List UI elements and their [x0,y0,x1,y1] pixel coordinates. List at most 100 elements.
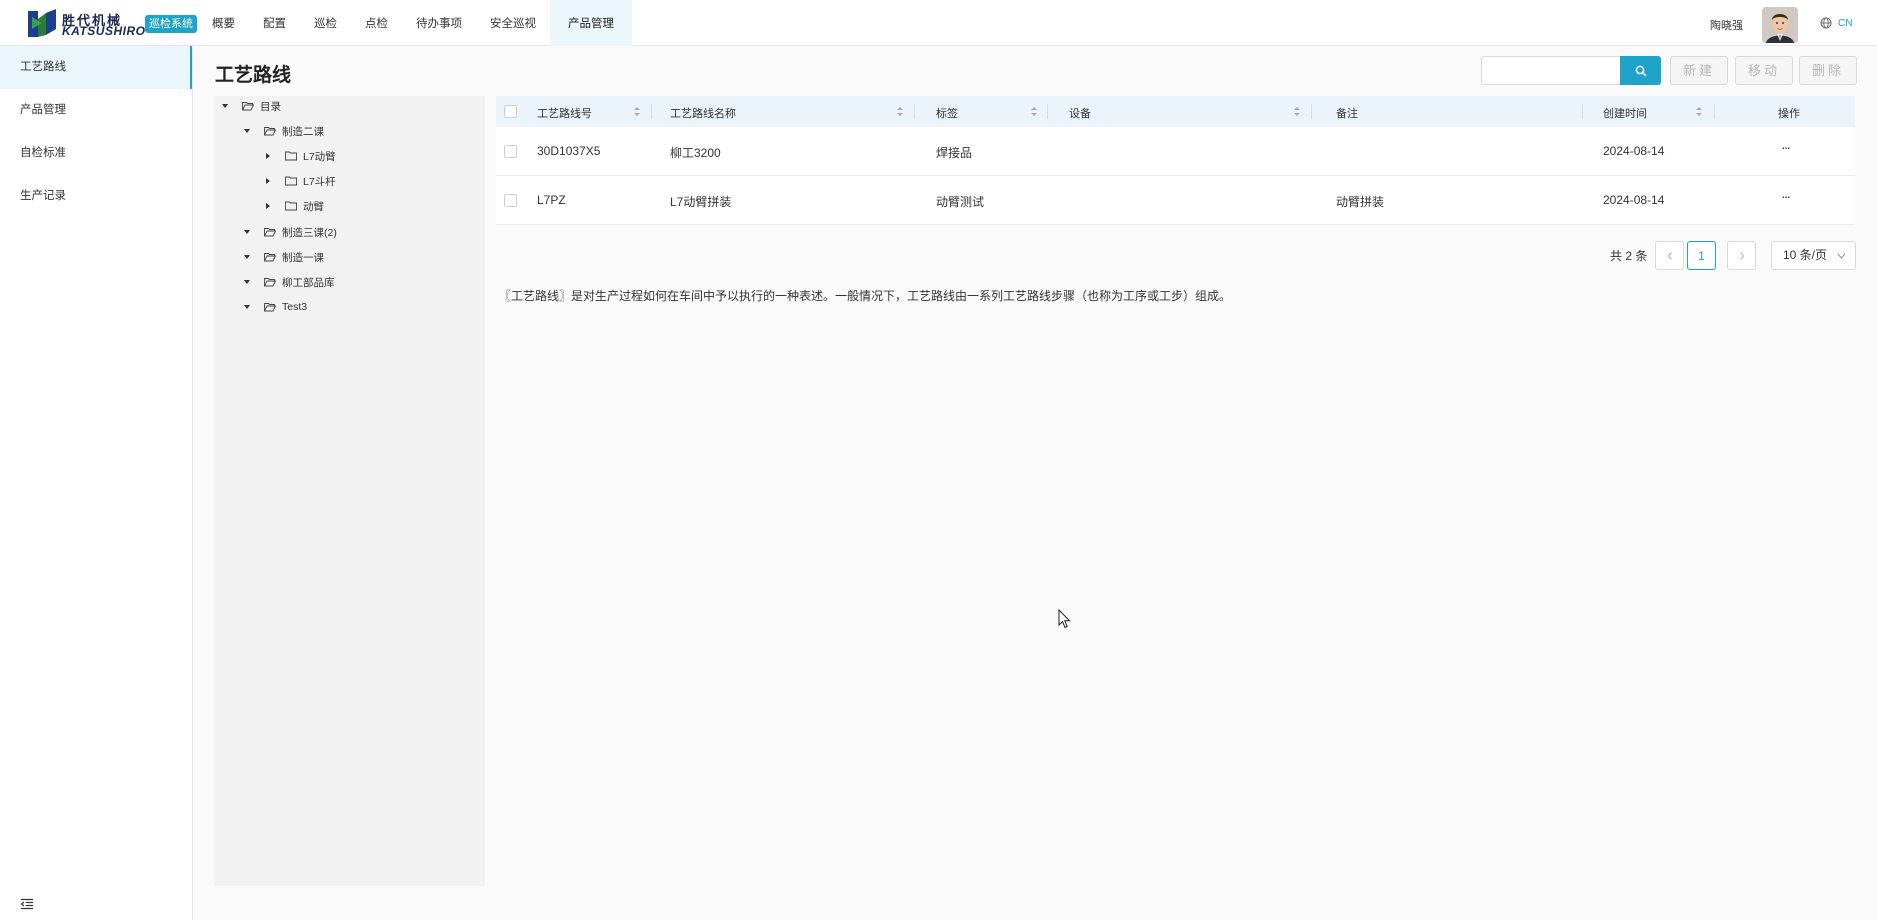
sort-icon[interactable] [634,106,640,117]
caret-right-icon[interactable] [263,201,273,211]
tree-node-label: L7斗杆 [303,175,336,188]
company-logo[interactable]: 胜代机械 KATSUSHIRO [28,9,145,39]
sort-icon[interactable] [1294,106,1300,117]
column-divider[interactable] [1714,104,1715,119]
caret-down-icon[interactable] [242,227,252,237]
avatar-icon [1762,7,1798,43]
caret-down-icon[interactable] [220,101,230,111]
globe-icon [1820,17,1832,29]
nav-overview[interactable]: 概要 [198,0,249,46]
cell-code: 30D1037X5 [537,144,601,158]
column-header-remark[interactable]: 备注 [1336,105,1358,121]
folder-icon [285,176,297,186]
row-checkbox[interactable] [504,194,517,207]
column-divider[interactable] [1311,104,1312,119]
page-size-select[interactable]: 10 条/页 [1771,241,1856,270]
tree-node-root[interactable]: 目录 [220,96,281,116]
sort-icon[interactable] [897,106,903,117]
process-route-table: 工艺路线号 工艺路线名称 标签 设备 备注 创建时间 操作 30D1037X5 … [496,96,1855,225]
caret-down-icon[interactable] [242,302,252,312]
cell-created: 2024-08-14 [1603,144,1665,158]
tree-node-label: Test3 [282,301,308,313]
sort-icon[interactable] [1696,106,1702,117]
tree-node-parts-library[interactable]: 柳工部品库 [242,272,335,292]
avatar[interactable] [1762,7,1798,43]
cell-tag: 焊接品 [936,146,973,160]
row-more-actions-button[interactable]: ··· [1781,188,1791,204]
nav-product-management[interactable]: 产品管理 [550,0,632,46]
column-header-action: 操作 [1778,108,1800,120]
collapse-menu-icon[interactable] [20,898,34,910]
caret-down-icon[interactable] [242,277,252,287]
select-all-checkbox[interactable] [504,105,517,118]
cell-remark: 动臂拼装 [1336,195,1385,209]
prev-page-button[interactable] [1655,241,1684,270]
table-row[interactable]: 30D1037X5 柳工3200 焊接品 2024-08-14 ··· [496,127,1855,176]
tree-node-mfg-1[interactable]: 制造一课 [242,247,324,267]
column-header-tag[interactable]: 标签 [936,105,958,121]
logo-text-en: KATSUSHIRO [62,24,146,38]
delete-button[interactable]: 删除 [1799,56,1857,85]
column-header-name[interactable]: 工艺路线名称 [670,105,736,121]
top-bar: 胜代机械 KATSUSHIRO 巡检系统 概要 配置 巡检 点检 待办事项 安全… [0,0,1877,46]
column-header-created[interactable]: 创建时间 [1603,105,1647,121]
nav-safety-patrol[interactable]: 安全巡视 [476,0,550,46]
sidebar-item-product-management[interactable]: 产品管理 [0,89,192,132]
nav-todo[interactable]: 待办事项 [402,0,476,46]
column-divider[interactable] [1582,104,1583,119]
user-name[interactable]: 陶晓强 [1710,17,1743,33]
column-header-code[interactable]: 工艺路线号 [537,105,592,121]
chevron-down-icon [1837,253,1846,259]
tree-node-l7-boom[interactable]: L7动臂 [263,146,336,166]
language-switch[interactable]: CN [1820,17,1852,29]
sidebar-item-process-route[interactable]: 工艺路线 [0,46,192,89]
next-page-button[interactable] [1727,241,1756,270]
row-checkbox[interactable] [504,145,517,158]
tree-node-label: 制造二课 [282,125,324,138]
tree-node-mfg-3[interactable]: 制造三课(2) [242,222,337,242]
tree-node-mfg-2[interactable]: 制造二课 [242,121,324,141]
mouse-cursor-icon [1058,609,1071,629]
folder-open-icon [242,102,254,111]
tree-node-label: 制造三课(2) [282,226,337,239]
new-button[interactable]: 新建 [1670,56,1728,85]
search-input[interactable] [1481,56,1621,85]
tree-node-label: 目录 [260,100,281,113]
tree-node-label: 制造一课 [282,251,324,264]
column-header-device[interactable]: 设备 [1069,105,1091,121]
tree-node-label: L7动臂 [303,150,336,163]
folder-open-icon [264,303,276,312]
table-header: 工艺路线号 工艺路线名称 标签 设备 备注 创建时间 操作 [496,96,1855,127]
caret-right-icon[interactable] [263,176,273,186]
sort-icon[interactable] [1031,106,1037,117]
sidebar-item-production-record[interactable]: 生产记录 [0,175,192,218]
column-divider[interactable] [651,104,652,119]
search-button[interactable] [1620,56,1661,85]
caret-down-icon[interactable] [242,252,252,262]
page-number-button[interactable]: 1 [1687,241,1716,270]
page-size-value: 10 条/页 [1783,248,1828,262]
sidebar: 工艺路线 产品管理 自检标准 生产记录 [0,46,193,920]
column-divider[interactable] [1047,104,1048,119]
caret-down-icon[interactable] [242,126,252,136]
nav-config[interactable]: 配置 [249,0,300,46]
main-nav: 概要 配置 巡检 点检 待办事项 安全巡视 产品管理 [198,0,632,46]
tree-node-test3[interactable]: Test3 [242,297,307,317]
search-icon [1635,65,1647,77]
nav-spot-check[interactable]: 点检 [351,0,402,46]
tree-node-l7-arm[interactable]: L7斗杆 [263,171,336,191]
page-title: 工艺路线 [215,65,292,86]
row-more-actions-button[interactable]: ··· [1781,139,1791,155]
move-button[interactable]: 移动 [1735,56,1793,85]
language-label: CN [1838,17,1853,29]
cell-tag: 动臂测试 [936,195,985,209]
sidebar-item-self-inspection[interactable]: 自检标准 [0,132,192,175]
directory-tree: 目录 制造二课 L7动臂 L7斗杆 动臂 制造三课(2) 制造一课 柳工部品库 … [214,96,485,886]
tree-node-boom[interactable]: 动臂 [263,196,324,216]
folder-icon [285,151,297,161]
nav-patrol[interactable]: 巡检 [300,0,351,46]
caret-right-icon[interactable] [263,151,273,161]
column-divider[interactable] [914,104,915,119]
table-row[interactable]: L7PZ L7动臂拼装 动臂测试 动臂拼装 2024-08-14 ··· [496,176,1855,225]
tree-node-label: 柳工部品库 [282,276,335,289]
